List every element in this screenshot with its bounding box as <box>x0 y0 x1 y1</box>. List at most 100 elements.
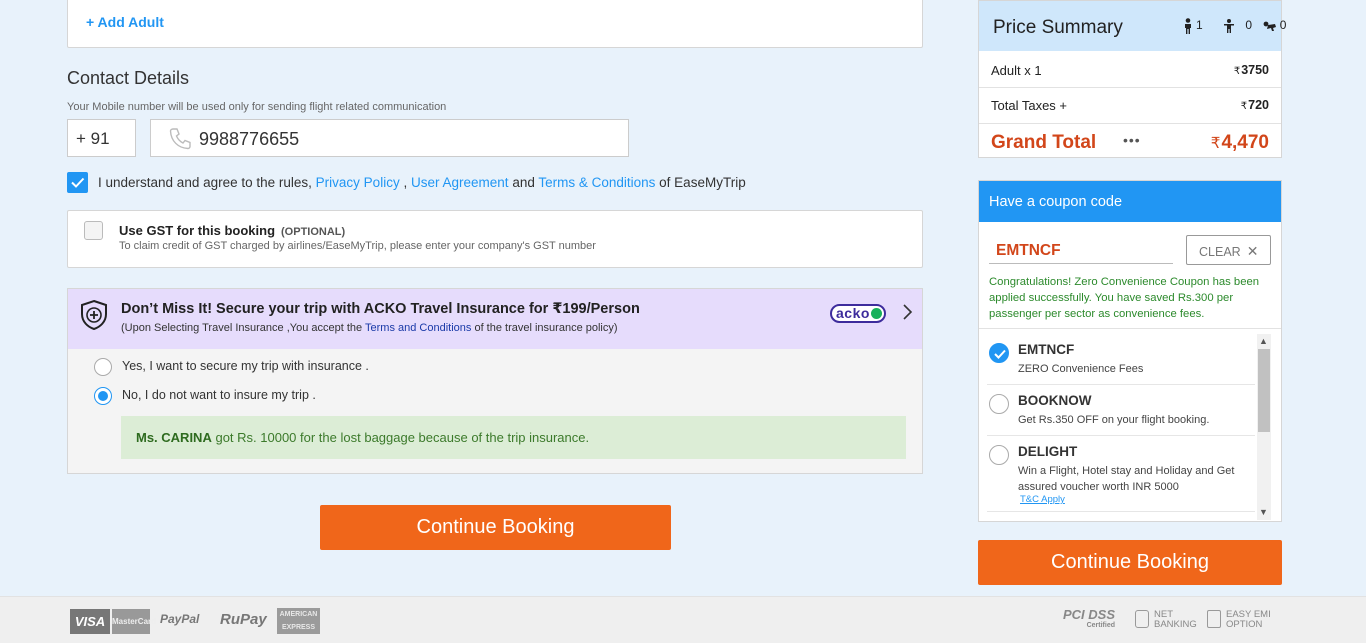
continue-booking-button[interactable]: Continue Booking <box>320 505 671 550</box>
clear-coupon-label: CLEAR <box>1199 245 1241 259</box>
coupon-code-input[interactable]: EMTNCF <box>989 237 1173 264</box>
insurance-title-text: Don’t Miss It! Secure your trip with ACK… <box>121 301 549 317</box>
insurance-price: ₹199/Person <box>552 301 640 317</box>
coupon-description: Win a Flight, Hotel stay and Holiday and… <box>1018 465 1235 493</box>
coupon-list: EMTNCF ZERO Convenience Fees BOOKNOW Get… <box>987 330 1272 520</box>
child-count: 0 <box>1245 18 1253 33</box>
acko-logo-dot <box>871 308 882 319</box>
acko-logo: acko <box>830 304 886 323</box>
amex-logo: AMERICAN EXPRESS <box>277 608 320 634</box>
coupon-list-scrollbar[interactable]: ▲ ▼ <box>1257 334 1271 520</box>
more-options-icon[interactable]: ••• <box>1123 132 1141 148</box>
insurance-subtitle: (Upon Selecting Travel Insurance ,You ac… <box>121 322 618 334</box>
insurance-no-label[interactable]: No, I do not want to insure my trip . <box>122 388 316 402</box>
infant-icon <box>1263 21 1276 31</box>
price-summary-header: Price Summary 1 0 0 <box>979 1 1286 51</box>
insurance-no-radio[interactable] <box>94 387 112 405</box>
agree-comma: , <box>403 175 408 190</box>
net-banking-badge: NET BANKING <box>1135 610 1198 630</box>
taxes-row-value: ₹720 <box>1241 98 1269 112</box>
checkmark-icon <box>71 177 85 188</box>
pci-dss-text: PCI DSS <box>1063 607 1116 622</box>
mobile-number-field[interactable]: 9988776655 <box>150 119 629 157</box>
contact-details-subtitle: Your Mobile number will be used only for… <box>67 101 447 113</box>
grand-total-amount: 4,470 <box>1221 132 1269 153</box>
adult-icon <box>1185 18 1191 34</box>
checkmark-icon <box>994 349 1006 359</box>
footer: VISA MasterCard PayPal RuPay AMERICAN EX… <box>0 596 1366 643</box>
divider <box>987 435 1255 436</box>
user-agreement-link[interactable]: User Agreement <box>411 175 509 190</box>
coupon-radio[interactable] <box>989 445 1009 465</box>
coupon-description: ZERO Convenience Fees <box>1018 363 1144 375</box>
agree-prefix: I understand and agree to the rules, <box>98 175 312 190</box>
insurance-sub-prefix: (Upon Selecting Travel Insurance ,You ac… <box>121 322 363 334</box>
net-banking-text: NET BANKING <box>1154 609 1197 630</box>
insurance-title: Don’t Miss It! Secure your trip with ACK… <box>121 301 640 317</box>
divider <box>979 87 1281 88</box>
gst-card: Use GST for this booking (OPTIONAL) To cl… <box>67 210 923 268</box>
testimonial-text: got Rs. 10000 for the lost baggage becau… <box>215 430 590 445</box>
coupon-header: Have a coupon code <box>979 181 1281 222</box>
agree-suffix: of EaseMyTrip <box>659 175 746 190</box>
divider <box>979 123 1281 124</box>
scroll-up-icon[interactable]: ▲ <box>1259 336 1268 346</box>
pci-dss-badge: PCI DSS Certified <box>1063 607 1115 629</box>
tnc-apply-link[interactable]: T&C Apply <box>1020 494 1065 505</box>
insurance-yes-label[interactable]: Yes, I want to secure my trip with insur… <box>122 359 369 373</box>
fare-row-amount: 3750 <box>1241 63 1269 77</box>
continue-booking-button-sidebar[interactable]: Continue Booking <box>978 540 1282 585</box>
shield-plus-icon <box>81 299 107 331</box>
divider <box>987 511 1255 512</box>
testimonial-name: Ms. CARINA <box>136 430 212 445</box>
privacy-policy-link[interactable]: Privacy Policy <box>316 175 400 190</box>
agree-terms-checkbox[interactable] <box>67 172 88 193</box>
grand-total-label: Grand Total <box>991 132 1097 153</box>
calendar-icon <box>1207 610 1221 628</box>
agree-terms-text: I understand and agree to the rules, Pri… <box>98 175 746 190</box>
gst-optional-tag: (OPTIONAL) <box>281 226 346 238</box>
insurance-card: Don’t Miss It! Secure your trip with ACK… <box>67 288 923 474</box>
adult-count: 1 <box>1196 18 1203 33</box>
acko-logo-text: acko <box>836 305 870 321</box>
coupon-radio[interactable] <box>989 394 1009 414</box>
country-code-field[interactable]: + 91 <box>67 119 136 157</box>
gst-subtitle: To claim credit of GST charged by airlin… <box>119 240 596 252</box>
coupon-code: EMTNCF <box>1018 342 1075 357</box>
passenger-counts: 1 0 0 <box>1183 18 1286 34</box>
rupee-icon: ₹ <box>1210 135 1221 152</box>
clear-coupon-button[interactable]: CLEAR ✕ <box>1186 235 1271 265</box>
coupon-description: Get Rs.350 OFF on your flight booking. <box>1018 414 1210 426</box>
scroll-down-icon[interactable]: ▼ <box>1259 507 1268 517</box>
grand-total-value: ₹4,470 <box>1211 132 1269 154</box>
phone-icon <box>169 128 191 150</box>
coupon-success-message: Congratulations! Zero Convenience Coupon… <box>989 276 1260 320</box>
infant-count: 0 <box>1279 18 1287 33</box>
gst-checkbox[interactable] <box>84 221 103 240</box>
traveller-card: + Add Adult <box>67 0 923 48</box>
chevron-right-icon[interactable] <box>900 303 914 321</box>
insurance-terms-link[interactable]: Terms and Conditions <box>365 322 471 334</box>
coupon-selected-radio[interactable] <box>989 343 1009 363</box>
pci-dss-sub: Certified <box>1086 622 1116 629</box>
insurance-sub-suffix: of the travel insurance policy) <box>474 322 618 334</box>
paypal-logo: PayPal <box>160 612 200 626</box>
add-adult-link[interactable]: + Add Adult <box>86 14 164 30</box>
easy-emi-text: EASY EMI OPTION <box>1226 609 1271 630</box>
child-icon <box>1224 19 1235 33</box>
terms-conditions-link[interactable]: Terms & Conditions <box>538 175 655 190</box>
taxes-row-amount: 720 <box>1248 98 1269 112</box>
agree-and: and <box>512 175 535 190</box>
mouse-icon <box>1135 610 1149 628</box>
divider <box>987 384 1255 385</box>
scrollbar-thumb[interactable] <box>1258 349 1270 432</box>
coupon-code: BOOKNOW <box>1018 393 1092 408</box>
close-icon: ✕ <box>1246 243 1259 259</box>
coupon-card: Have a coupon code EMTNCF CLEAR ✕ Congrat… <box>978 180 1282 522</box>
insurance-yes-radio[interactable] <box>94 358 112 376</box>
insurance-header[interactable]: Don’t Miss It! Secure your trip with ACK… <box>68 289 922 349</box>
visa-logo: VISA <box>70 609 110 634</box>
taxes-row-label[interactable]: Total Taxes + <box>991 98 1067 113</box>
gst-title-text: Use GST for this booking <box>119 223 276 238</box>
coupon-code: DELIGHT <box>1018 444 1078 459</box>
